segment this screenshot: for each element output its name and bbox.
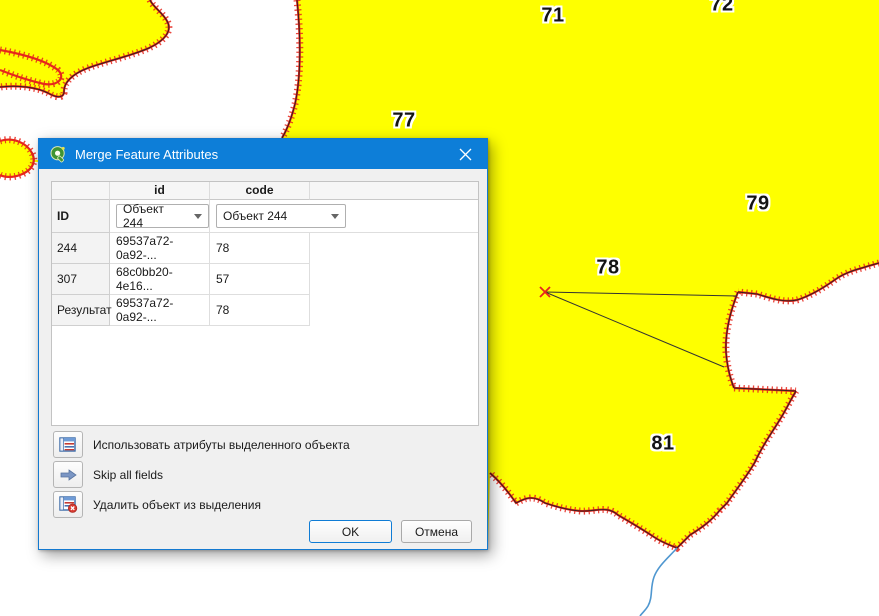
column-header-rowid [52,182,110,200]
cell-244-id[interactable]: 69537a72-0a92-... [110,233,210,264]
remove-feature-button[interactable] [53,491,83,518]
qgis-map-screen: { "map": { "labels": [ {"text": "71"}, {… [0,0,879,616]
remove-feature-label: Удалить объект из выделения [93,497,262,512]
row-header-id: ID [52,200,110,233]
cell-result-empty [310,295,478,326]
merge-feature-attributes-dialog: Merge Feature Attributes id code ID Объе… [38,138,488,550]
skip-all-fields-button[interactable] [53,461,83,488]
row-header-244[interactable]: 244 [52,233,110,264]
table-row-merge-policy: ID Объект 244 Объект 244 [52,200,478,233]
qgis-logo-icon [50,146,65,163]
column-header-empty [310,182,478,200]
id-merge-policy-combobox[interactable]: Объект 244 [116,202,209,230]
cell-result-code[interactable]: 78 [210,295,310,326]
dialog-titlebar[interactable]: Merge Feature Attributes [39,139,487,169]
use-selected-attributes-button[interactable] [53,431,83,458]
cell-244-code[interactable]: 78 [210,233,310,264]
cancel-button[interactable]: Отмена [401,520,472,543]
action-skip-all-fields: Skip all fields [53,461,163,488]
code-policy-cell: Объект 244 [210,200,478,233]
close-button[interactable] [443,139,487,169]
cell-result-id[interactable]: 69537a72-0a92-... [110,295,210,326]
cell-307-id[interactable]: 68c0bb20-4e16... [110,264,210,295]
table-row-result[interactable]: Результат 69537a72-0a92-... 78 [52,295,478,326]
cell-244-empty [310,233,478,264]
table-header-row: id code [52,182,478,200]
table-row-feature-244[interactable]: 244 69537a72-0a92-... 78 [52,233,478,264]
merge-attributes-table: id code ID Объект 244 Объект 244 244 695… [51,181,479,426]
column-header-code: code [210,182,310,200]
skip-all-fields-label: Skip all fields [93,467,164,482]
table-attributes-icon [59,436,76,452]
row-header-307[interactable]: 307 [52,264,110,295]
dialog-title: Merge Feature Attributes [75,146,219,162]
id-merge-policy-value: Объект 244 [123,202,164,230]
close-icon [459,148,471,160]
row-header-result[interactable]: Результат [52,295,112,326]
id-policy-cell: Объект 244 [110,200,210,233]
action-remove-from-selection: Удалить объект из выделения [53,491,261,518]
arrow-right-icon [60,468,77,481]
table-row-feature-307[interactable]: 307 68c0bb20-4e16... 57 [52,264,478,295]
use-selected-attributes-label: Использовать атрибуты выделенного объект… [93,437,350,452]
code-merge-policy-value: Объект 244 [223,209,288,223]
cell-307-code[interactable]: 57 [210,264,310,295]
chevron-down-icon [194,213,202,219]
cell-307-empty [310,264,478,295]
table-remove-icon [58,496,77,513]
code-merge-policy-combobox[interactable]: Объект 244 [216,204,346,228]
column-header-id: id [110,182,210,200]
dialog-button-row: OK Отмена [309,520,472,543]
action-use-selected-attributes: Использовать атрибуты выделенного объект… [53,431,350,458]
chevron-down-icon [331,213,339,219]
ok-button[interactable]: OK [309,520,392,543]
